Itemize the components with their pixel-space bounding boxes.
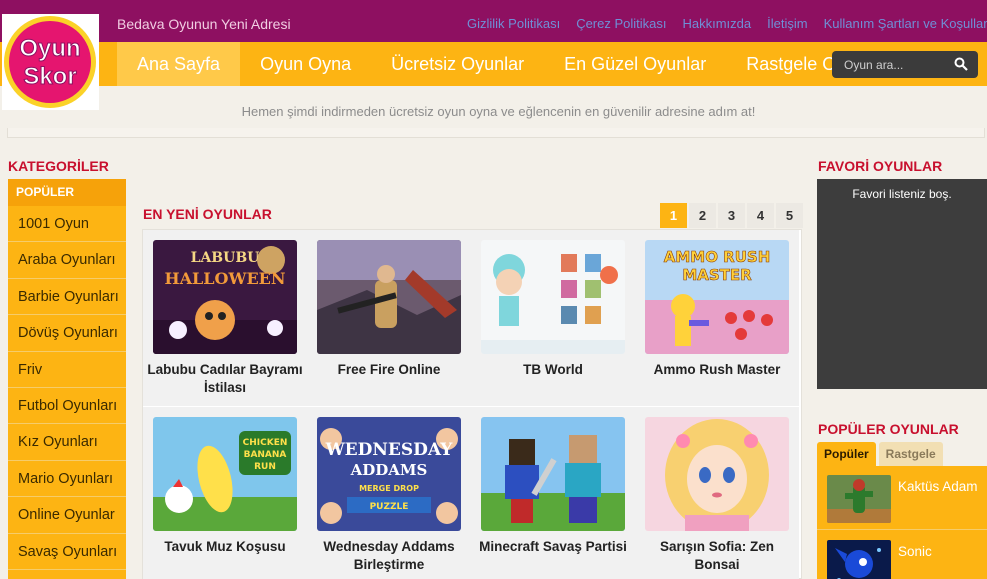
game-card[interactable]: WEDNESDAY ADDAMS MERGE DROP PUZZLE Wedne… [307, 407, 471, 579]
game-title[interactable]: Sarışın Sofia: Zen Bonsai [639, 538, 795, 574]
favorites-panel: Favori listeniz boş. [817, 179, 987, 389]
site-tagline: Bedava Oyunun Yeni Adresi [117, 16, 291, 32]
category-item[interactable]: Savaş Oyunları [8, 533, 126, 570]
favorites-title: FAVORİ OYUNLAR [818, 158, 943, 174]
search-input[interactable] [832, 51, 950, 78]
svg-text:PUZZLE: PUZZLE [370, 502, 409, 512]
tb-world-thumbnail[interactable] [481, 240, 625, 354]
svg-text:HALLOWEEN: HALLOWEEN [165, 269, 286, 288]
game-title[interactable]: Ammo Rush Master [639, 361, 795, 379]
game-card[interactable]: CHICKEN BANANA RUN Tavuk Muz Koşusu [143, 407, 307, 579]
page-3-button[interactable]: 3 [718, 203, 745, 228]
nav-play-game[interactable]: Oyun Oyna [240, 42, 371, 86]
svg-text:MERGE DROP: MERGE DROP [359, 484, 419, 493]
site-subtitle: Hemen şimdi indirmeden ücretsiz oyun oyn… [241, 104, 756, 119]
search-icon[interactable] [954, 57, 968, 71]
logo-badge-icon: Oyun Skor [4, 16, 96, 108]
wednesday-thumbnail[interactable]: WEDNESDAY ADDAMS MERGE DROP PUZZLE [317, 417, 461, 531]
chicken-banana-thumbnail[interactable]: CHICKEN BANANA RUN [153, 417, 297, 531]
privacy-link[interactable]: Gizlilik Politikası [467, 16, 560, 31]
popular-games-title: POPÜLER OYUNLAR [818, 421, 959, 437]
about-link[interactable]: Hakkımızda [683, 16, 752, 31]
pagination: 1 2 3 4 5 [660, 203, 803, 228]
game-title[interactable]: Labubu Cadılar Bayramı İstilası [147, 361, 303, 397]
game-title[interactable]: Minecraft Savaş Partisi [475, 538, 631, 556]
page-2-button[interactable]: 2 [689, 203, 716, 228]
cookie-link[interactable]: Çerez Politikası [576, 16, 666, 31]
list-item[interactable]: Sonic [817, 531, 987, 579]
game-card[interactable]: LABUBU HALLOWEEN Labubu Cadılar Bayramı … [143, 230, 307, 406]
categories-list: POPÜLER 1001 Oyun Araba Oyunları Barbie … [8, 179, 126, 579]
newest-games-title: EN YENİ OYUNLAR [143, 206, 272, 222]
game-card[interactable]: Minecraft Savaş Partisi [471, 407, 635, 579]
category-item[interactable]: Kız Oyunları [8, 424, 126, 461]
game-card[interactable]: Free Fire Online [307, 230, 471, 406]
game-title[interactable]: Free Fire Online [311, 361, 467, 379]
game-card[interactable]: Sarışın Sofia: Zen Bonsai [635, 407, 799, 579]
ammo-rush-thumbnail[interactable]: AMMO RUSH MASTER [645, 240, 789, 354]
game-title[interactable]: Tavuk Muz Koşusu [147, 538, 303, 556]
category-item[interactable]: Araba Oyunları [8, 242, 126, 279]
search-box [832, 51, 978, 78]
popular-game-name[interactable]: Sonic [898, 542, 978, 562]
categories-group-header: POPÜLER [8, 179, 126, 206]
contact-link[interactable]: İletişim [767, 16, 807, 31]
svg-text:ADDAMS: ADDAMS [350, 461, 428, 479]
page-1-button[interactable]: 1 [660, 203, 687, 228]
category-item[interactable]: Online Oyunlar [8, 497, 126, 534]
svg-text:LABUBU: LABUBU [191, 250, 260, 266]
category-item[interactable]: Friv [8, 351, 126, 388]
categories-title: KATEGORİLER [8, 158, 109, 174]
logo-text-line1: Oyun [19, 35, 80, 62]
list-item[interactable]: Kaktüs Adam [817, 466, 987, 530]
top-bar: Bedava Oyunun Yeni Adresi Gizlilik Polit… [0, 0, 987, 46]
category-item[interactable]: 1001 Oyun [8, 206, 126, 243]
game-card[interactable]: TB World [471, 230, 635, 406]
free-fire-thumbnail[interactable] [317, 240, 461, 354]
category-item[interactable]: Futbol Oyunları [8, 387, 126, 425]
popular-tabs: Popüler Rastgele [817, 442, 943, 466]
site-logo[interactable]: Oyun Skor [2, 14, 99, 110]
category-item[interactable]: Dövüş Oyunları [8, 315, 126, 352]
svg-text:WEDNESDAY: WEDNESDAY [325, 440, 454, 460]
page-4-button[interactable]: 4 [747, 203, 774, 228]
nav-free-games[interactable]: Ücretsiz Oyunlar [371, 42, 544, 86]
logo-text-line2: Skor [23, 63, 76, 90]
cactus-man-thumbnail[interactable] [827, 475, 891, 523]
tab-random[interactable]: Rastgele [878, 442, 943, 466]
svg-text:MASTER: MASTER [682, 266, 752, 284]
game-title[interactable]: TB World [475, 361, 631, 379]
game-title[interactable]: Wednesday Addams Birleştirme [311, 538, 467, 574]
sonic-thumbnail[interactable] [827, 540, 891, 579]
svg-text:BANANA: BANANA [244, 450, 287, 460]
tab-popular[interactable]: Popüler [817, 442, 876, 466]
nav-home[interactable]: Ana Sayfa [117, 42, 241, 86]
game-card[interactable]: AMMO RUSH MASTER Ammo Rush Master [635, 230, 799, 406]
svg-text:AMMO RUSH: AMMO RUSH [664, 248, 771, 266]
games-grid: LABUBU HALLOWEEN Labubu Cadılar Bayramı … [142, 229, 802, 579]
sofia-thumbnail[interactable] [645, 417, 789, 531]
popular-game-name[interactable]: Kaktüs Adam [898, 477, 978, 497]
top-links: Gizlilik Politikası Çerez Politikası Hak… [467, 16, 987, 31]
labubu-halloween-thumbnail[interactable]: LABUBU HALLOWEEN [153, 240, 297, 354]
category-item[interactable]: Barbie Oyunları [8, 278, 126, 316]
terms-link[interactable]: Kullanım Şartları ve Koşulları [824, 16, 987, 31]
page-5-button[interactable]: 5 [776, 203, 803, 228]
svg-text:RUN: RUN [254, 462, 276, 472]
favorites-empty-text: Favori listeniz boş. [852, 187, 952, 201]
category-item[interactable]: Mario Oyunları [8, 460, 126, 498]
minecraft-thumbnail[interactable] [481, 417, 625, 531]
svg-text:CHICKEN: CHICKEN [243, 438, 288, 448]
divider-strip [7, 128, 985, 138]
nav-best-games[interactable]: En Güzel Oyunlar [544, 42, 726, 86]
popular-list: Kaktüs Adam Sonic [817, 466, 987, 579]
